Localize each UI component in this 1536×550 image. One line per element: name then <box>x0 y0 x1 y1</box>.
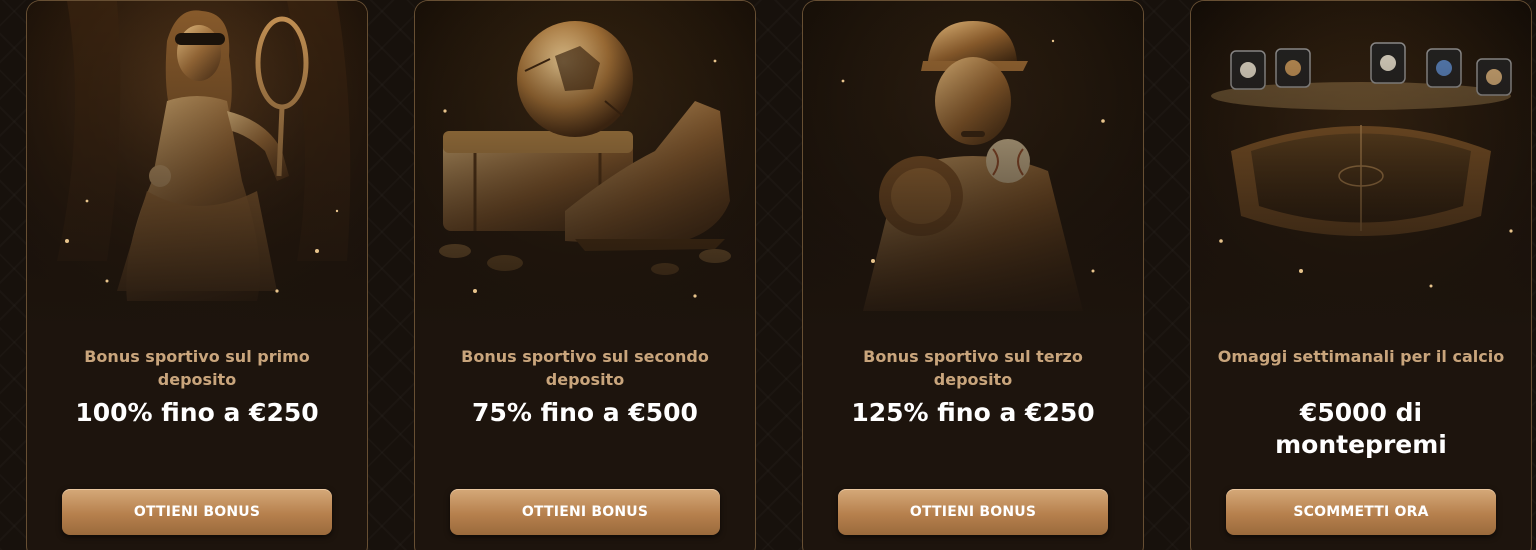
promo-amount: 125% fino a €250 <box>851 398 1095 427</box>
promo-amount: €5000 di montepremi <box>1275 398 1447 459</box>
get-bonus-button[interactable]: OTTIENI BONUS <box>450 489 720 535</box>
promo-amount: 100% fino a €250 <box>75 398 319 427</box>
football-stadium-illustration <box>1191 1 1531 331</box>
promo-card-first-deposit: Bonus sportivo sul primo deposito 100% f… <box>26 0 368 550</box>
promo-title: Bonus sportivo sul primo deposito <box>84 347 310 389</box>
tennis-player-illustration <box>27 1 367 331</box>
baseball-player-illustration <box>803 1 1143 331</box>
football-boot-illustration <box>415 1 755 331</box>
get-bonus-button[interactable]: OTTIENI BONUS <box>62 489 332 535</box>
promo-title: Bonus sportivo sul terzo deposito <box>863 347 1083 389</box>
bet-now-button[interactable]: SCOMMETTI ORA <box>1226 489 1496 535</box>
get-bonus-button[interactable]: OTTIENI BONUS <box>838 489 1108 535</box>
promo-title: Omaggi settimanali per il calcio <box>1217 347 1505 366</box>
promo-title: Bonus sportivo sul secondo deposito <box>461 347 709 389</box>
promo-amount: 75% fino a €500 <box>472 398 698 427</box>
promotions-strip: Bonus sportivo sul primo deposito 100% f… <box>0 0 1536 550</box>
promo-card-second-deposit: Bonus sportivo sul secondo deposito 75% … <box>414 0 756 550</box>
promo-card-weekly-football: Omaggi settimanali per il calcio €5000 d… <box>1190 0 1532 550</box>
promo-card-third-deposit: Bonus sportivo sul terzo deposito 125% f… <box>802 0 1144 550</box>
